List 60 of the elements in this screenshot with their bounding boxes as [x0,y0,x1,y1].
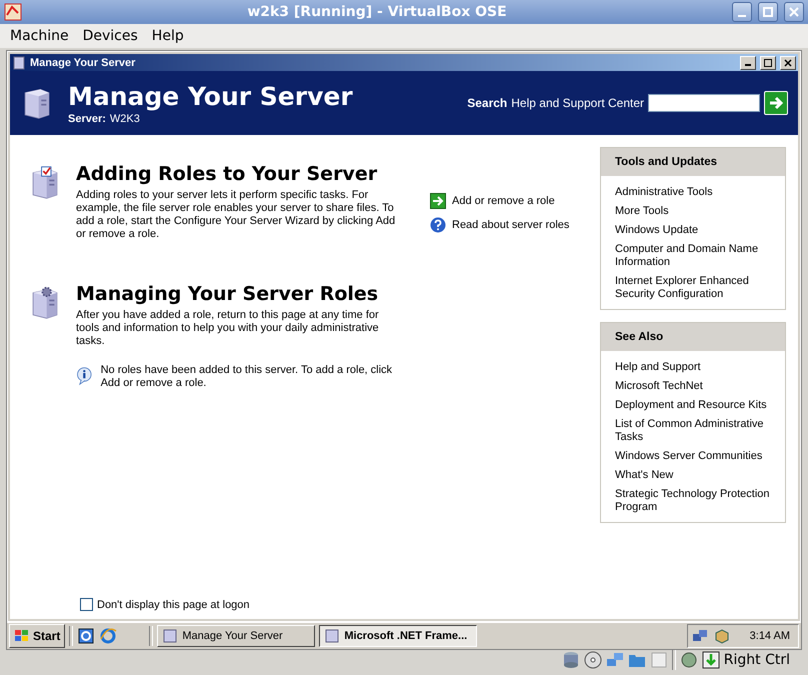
search-label: Search [467,96,508,110]
windows-flag-icon [14,629,30,643]
maximize-icon [763,7,773,17]
panel-link[interactable]: Internet Explorer Enhanced Security Configuration [615,275,771,301]
section-heading: Adding Roles to Your Server [76,163,378,185]
server-name: W2K3 [110,112,140,124]
host-key-label: Right Ctrl [724,652,790,668]
panel-link[interactable]: What's New [615,469,771,482]
panel-link[interactable]: Windows Server Communities [615,450,771,463]
arrow-icon [430,193,446,209]
taskbar-button[interactable]: Microsoft .NET Frame... [319,625,478,647]
panel-link[interactable]: Microsoft TechNet [615,380,771,393]
panel-heading: Tools and Updates [601,148,785,176]
arrow-icon [768,95,784,111]
quick-launch-icon[interactable] [77,627,96,645]
section-heading: Managing Your Server Roles [76,283,380,305]
menu-item[interactable]: Help [146,26,190,46]
checkbox-label[interactable]: Don't display this page at logon [97,598,250,610]
menu-item[interactable]: Devices [76,26,144,46]
window-title: w2k3 [Running] - VirtualBox OSE [246,4,508,20]
task-link[interactable]: Add or remove a role [430,193,570,209]
go-button[interactable] [764,91,788,115]
window-icon [324,628,340,644]
page-title: Manage Your Server [68,82,354,110]
server-icon [12,56,26,70]
minimize-icon [745,64,751,66]
taskbar-button[interactable]: Manage Your Server [157,625,316,647]
start-button[interactable]: Start [9,624,66,648]
download-icon[interactable] [702,651,720,669]
section-text: Adding roles to your server lets it perform specific tasks. For example, the file server role enables your server to share files. To add a role, start the Configure Your Server Wizard by clicking Add or remove a role. [76,189,396,241]
cd-icon[interactable] [584,651,602,669]
app-icon [4,3,22,21]
section-text: After you have added a role, return to this page at any time for tools and information to help you with your daily administrative tasks. [76,309,380,348]
clock: 3:14 AM [748,630,790,642]
panel-link[interactable]: Deployment and Resource Kits [615,399,771,412]
search-hint: Help and Support Center [511,96,644,110]
panel-heading: See Also [601,323,785,351]
help-icon [430,217,446,233]
panel-link[interactable]: Computer and Domain Name Information [615,243,771,269]
disk-icon[interactable] [562,651,580,669]
panel-link[interactable]: List of Common Administrative Tasks [615,418,771,444]
window-title: Manage Your Server [30,56,136,68]
minimize-icon [738,14,746,16]
window-icon [162,628,178,644]
network-icon[interactable] [692,628,708,644]
close-icon [784,58,792,66]
box-icon[interactable] [714,628,730,644]
panel-link[interactable]: Administrative Tools [615,186,771,199]
panel-link[interactable]: Windows Update [615,224,771,237]
menu-item[interactable]: Machine [4,26,75,46]
task-link[interactable]: Read about server roles [430,217,570,233]
panel-link[interactable]: More Tools [615,205,771,218]
info-note: No roles have been added to this server. To add a role, click Add or remove a role. [100,364,394,390]
search-field[interactable] [648,94,760,112]
server-label: Server: [68,112,106,124]
close-icon [789,7,799,17]
panel-link[interactable]: Help and Support [615,361,771,374]
maximize-icon [764,58,772,66]
panel-link[interactable]: Strategic Technology Protection Program [615,488,771,514]
checkbox[interactable] [80,598,93,611]
